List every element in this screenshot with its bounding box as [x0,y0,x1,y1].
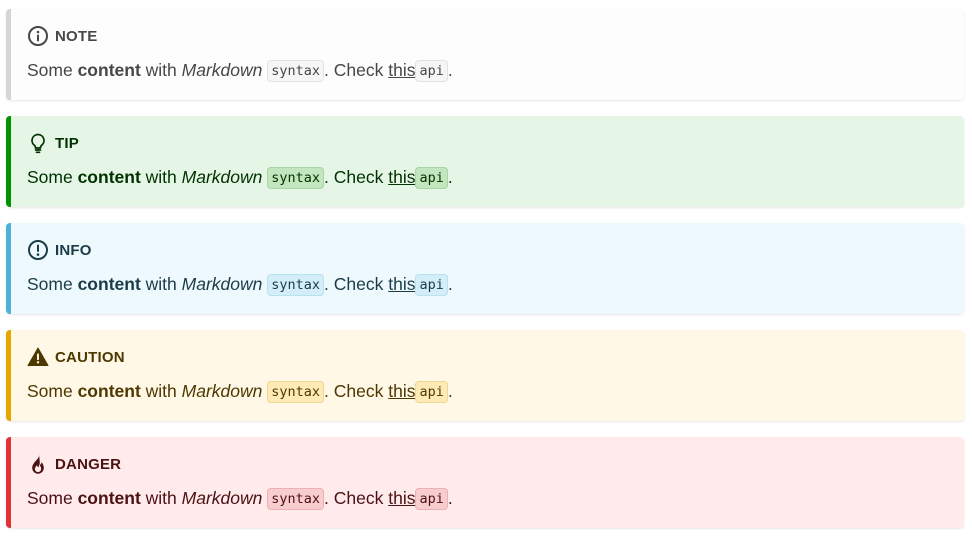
bold-text: content [77,381,141,401]
bold-text: content [77,167,141,187]
link[interactable]: this [388,274,415,294]
link[interactable]: this [388,167,415,187]
inline-code: api [415,274,448,296]
admonition-danger: DANGER Some content with Markdown syntax… [6,437,964,528]
inline-code: syntax [267,488,325,510]
text-segment: . Check [324,60,389,80]
admonition-title: NOTE [55,27,98,45]
admonition-tip: TIP Some content with Markdown syntax. C… [6,116,964,207]
admonition-heading: INFO [27,238,948,262]
text-segment: . Check [324,274,389,294]
inline-code: api [415,60,448,82]
bold-text: content [77,60,141,80]
admonition-heading: DANGER [27,452,948,476]
inline-code: syntax [267,60,325,82]
link[interactable]: this [388,381,415,401]
text-segment: . [447,381,453,401]
text-segment: Some [27,167,78,187]
admonition-content: Some content with Markdown syntax. Check… [27,164,948,191]
admonition-list: NOTE Some content with Markdown syntax. … [6,9,964,528]
text-segment: with [140,488,182,508]
italic-text: Markdown [181,167,263,187]
bold-text: content [77,488,141,508]
lightbulb-icon [27,132,49,154]
admonition-title: INFO [55,241,92,259]
admonition-heading: NOTE [27,24,948,48]
warning-triangle-icon [27,346,49,368]
inline-code: api [415,167,448,189]
admonition-title: DANGER [55,455,122,473]
text-segment: . [447,488,453,508]
admonition-content: Some content with Markdown syntax. Check… [27,485,948,512]
text-segment: . Check [324,381,389,401]
text-segment: Some [27,488,78,508]
inline-code: api [415,488,448,510]
text-segment: with [140,381,182,401]
inline-code: syntax [267,167,325,189]
admonition-caution: CAUTION Some content with Markdown synta… [6,330,964,421]
text-segment: with [140,274,182,294]
italic-text: Markdown [181,60,263,80]
text-segment: Some [27,381,78,401]
text-segment: with [140,60,182,80]
inline-code: syntax [267,274,325,296]
exclamation-circle-icon [27,239,49,261]
link[interactable]: this [388,60,415,80]
info-circle-icon [27,25,49,47]
text-segment: . Check [324,167,389,187]
bold-text: content [77,274,141,294]
admonition-title: CAUTION [55,348,125,366]
italic-text: Markdown [181,274,263,294]
inline-code: api [415,381,448,403]
flame-icon [27,453,49,475]
text-segment: Some [27,274,78,294]
italic-text: Markdown [181,381,263,401]
admonition-heading: CAUTION [27,345,948,369]
inline-code: syntax [267,381,325,403]
text-segment: . [447,167,453,187]
admonition-content: Some content with Markdown syntax. Check… [27,57,948,84]
text-segment: . [447,60,453,80]
text-segment: . Check [324,488,389,508]
admonition-content: Some content with Markdown syntax. Check… [27,378,948,405]
admonition-note: NOTE Some content with Markdown syntax. … [6,9,964,100]
admonition-content: Some content with Markdown syntax. Check… [27,271,948,298]
admonition-info: INFO Some content with Markdown syntax. … [6,223,964,314]
admonition-title: TIP [55,134,79,152]
text-segment: . [447,274,453,294]
admonition-heading: TIP [27,131,948,155]
text-segment: with [140,167,182,187]
text-segment: Some [27,60,78,80]
italic-text: Markdown [181,488,263,508]
link[interactable]: this [388,488,415,508]
